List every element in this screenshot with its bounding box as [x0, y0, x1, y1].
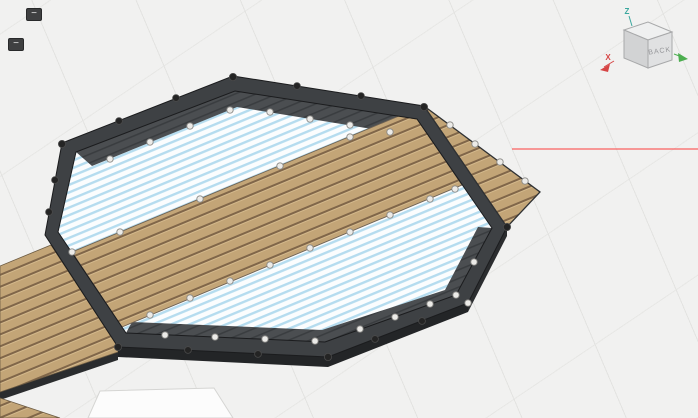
vertex[interactable]	[470, 258, 478, 266]
panel-collapse-button-side[interactable]: −	[8, 38, 24, 51]
vertex[interactable]	[293, 82, 301, 90]
sketch-plane[interactable]	[87, 387, 234, 418]
vertex[interactable]	[418, 317, 426, 325]
vertex[interactable]	[254, 350, 262, 358]
vertex[interactable]	[266, 261, 274, 269]
vertex[interactable]	[226, 106, 234, 114]
vertex[interactable]	[306, 244, 314, 252]
vertex[interactable]	[391, 313, 399, 321]
vertex[interactable]	[464, 299, 472, 307]
vertex[interactable]	[346, 133, 354, 141]
vertex[interactable]	[451, 185, 459, 193]
vertex[interactable]	[186, 122, 194, 130]
vertex[interactable]	[68, 248, 76, 256]
z-axis-label: Z	[625, 7, 630, 16]
vertex[interactable]	[228, 73, 237, 82]
x-axis-arrow-icon	[600, 64, 610, 72]
vertex[interactable]	[146, 138, 154, 146]
vertex[interactable]	[161, 331, 169, 339]
vertex[interactable]	[311, 337, 319, 345]
view-cube[interactable]: BACK Z X	[598, 4, 690, 88]
vertex[interactable]	[261, 335, 269, 343]
vertex[interactable]	[184, 346, 192, 354]
vertex[interactable]	[172, 94, 180, 102]
vertex[interactable]	[502, 222, 511, 231]
vertex[interactable]	[211, 333, 219, 341]
vertex[interactable]	[186, 294, 194, 302]
y-axis-arrow-icon	[678, 53, 688, 62]
scene-svg	[0, 73, 698, 418]
vertex[interactable]	[114, 342, 123, 351]
vertex[interactable]	[471, 140, 479, 148]
vertex[interactable]	[496, 158, 504, 166]
vertex[interactable]	[226, 277, 234, 285]
vertex[interactable]	[346, 228, 354, 236]
vertex[interactable]	[196, 195, 204, 203]
planks-corner-piece[interactable]	[0, 397, 61, 418]
vertex[interactable]	[446, 121, 454, 129]
vertex[interactable]	[115, 117, 123, 125]
vertex[interactable]	[357, 92, 365, 100]
vertex[interactable]	[426, 195, 434, 203]
vertex[interactable]	[106, 155, 114, 163]
vertex[interactable]	[452, 291, 460, 299]
vertex[interactable]	[58, 139, 67, 148]
deck-model[interactable]	[0, 75, 541, 418]
vertex[interactable]	[356, 325, 364, 333]
panel-collapse-button-top[interactable]: −	[26, 8, 42, 21]
viewport-canvas[interactable]: − − BACK Z X	[0, 0, 698, 418]
vertex[interactable]	[323, 352, 332, 361]
vertex[interactable]	[51, 176, 59, 184]
vertex[interactable]	[45, 208, 53, 216]
vertex[interactable]	[386, 211, 394, 219]
vertex[interactable]	[371, 335, 379, 343]
vertex[interactable]	[146, 311, 154, 319]
vertex[interactable]	[116, 228, 124, 236]
vertex[interactable]	[426, 300, 434, 308]
x-axis-label: X	[605, 53, 611, 62]
vertex[interactable]	[306, 115, 314, 123]
vertex[interactable]	[266, 108, 274, 116]
vertex[interactable]	[346, 121, 354, 129]
vertex[interactable]	[386, 128, 394, 136]
vertex[interactable]	[521, 177, 529, 185]
vertex[interactable]	[419, 103, 428, 112]
vertex[interactable]	[276, 162, 284, 170]
z-axis-tick	[628, 15, 633, 27]
view-cube-svg: BACK Z X	[600, 7, 688, 72]
